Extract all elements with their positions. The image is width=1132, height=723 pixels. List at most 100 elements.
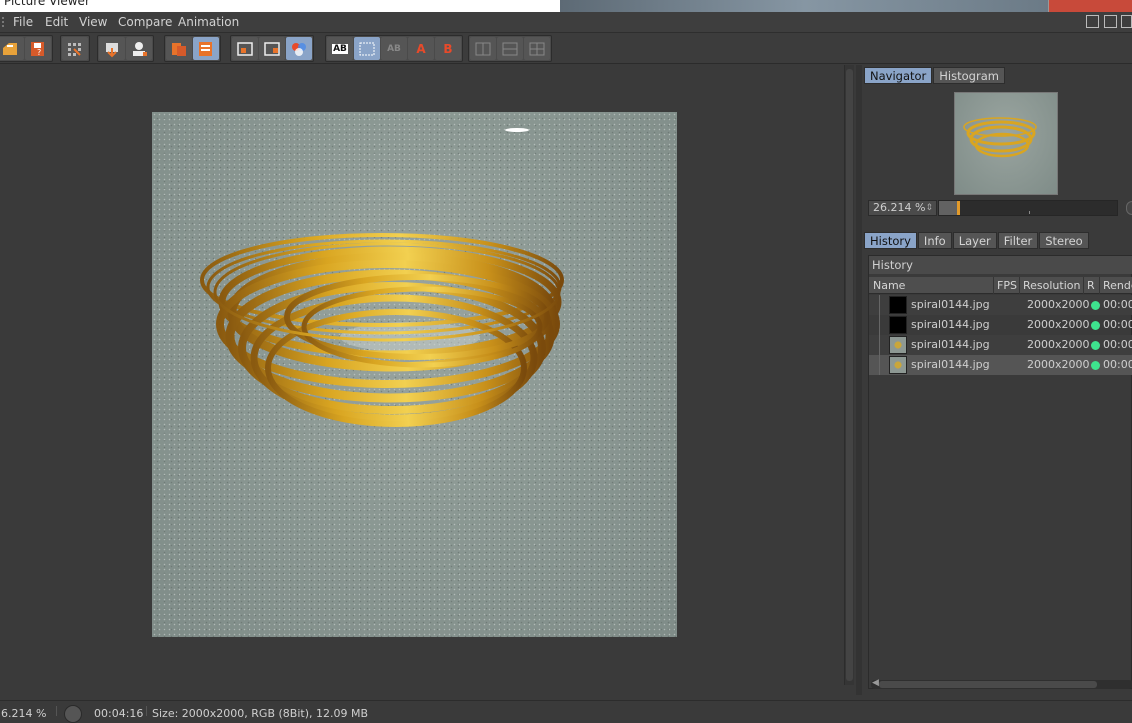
ab-swap-icon[interactable]: AB — [381, 37, 407, 60]
menu-view[interactable]: View — [79, 15, 107, 29]
toolbar-group-render — [60, 35, 90, 62]
zoom-slider-knob[interactable] — [957, 201, 960, 215]
history-panel: History Name FPS Resolution R Rende spir… — [868, 255, 1132, 689]
play-button[interactable] — [64, 705, 82, 723]
toolbar-group-filter — [97, 35, 154, 62]
toolbar-group-clipboard — [164, 35, 221, 62]
row-render-time: 00:00: — [1103, 318, 1132, 331]
history-row[interactable]: spiral0144.jpg 2000x2000 00:00: — [869, 335, 1132, 355]
layout-2-icon[interactable] — [497, 37, 523, 60]
tab-histogram[interactable]: Histogram — [933, 67, 1005, 84]
copy-frame-icon[interactable] — [166, 37, 192, 60]
row-thumbnail — [889, 296, 907, 314]
zoom-field[interactable]: 26.214 % ⇕ — [868, 200, 937, 216]
row-render-time: 00:00: — [1103, 338, 1132, 351]
layout-1-icon[interactable] — [470, 37, 496, 60]
move-panel-icon[interactable] — [1121, 15, 1132, 28]
column-r[interactable]: R — [1087, 277, 1095, 294]
menu-compare[interactable]: Compare — [118, 15, 172, 29]
menu-animation[interactable]: Animation — [178, 15, 239, 29]
tree-line — [879, 315, 880, 335]
column-separator[interactable] — [1099, 277, 1100, 294]
viewport-vertical-scrollbar[interactable] — [844, 65, 854, 685]
column-fps[interactable]: FPS — [997, 277, 1017, 294]
status-divider — [146, 706, 147, 716]
tab-info[interactable]: Info — [917, 232, 952, 249]
zoom-row: 26.214 % ⇕ — [868, 200, 1132, 216]
status-divider — [56, 706, 57, 716]
menu-edit[interactable]: Edit — [45, 15, 68, 29]
toolbar-group-compare: AB AB A B — [325, 35, 463, 62]
history-row[interactable]: spiral0144.jpg 2000x2000 00:00: — [869, 295, 1132, 315]
history-horizontal-scrollbar[interactable]: ◀ — [871, 678, 1132, 689]
toolbar-group-region — [230, 35, 314, 62]
window-title: Picture Viewer — [4, 0, 90, 8]
history-row[interactable]: spiral0144.jpg 2000x2000 00:00: — [869, 315, 1132, 335]
tab-stereo[interactable]: Stereo — [1039, 232, 1089, 249]
side-panel: Navigator Histogram 26.214 % ⇕ History I… — [862, 65, 1132, 695]
ab-compare-icon[interactable]: AB — [327, 37, 353, 60]
menu-file[interactable]: File — [13, 15, 33, 29]
channels-icon[interactable] — [286, 37, 312, 60]
column-name[interactable]: Name — [873, 277, 905, 294]
save-file-icon[interactable]: ? — [25, 37, 51, 60]
history-row-selected[interactable]: spiral0144.jpg 2000x2000 00:00: — [869, 355, 1132, 375]
column-separator[interactable] — [1083, 277, 1084, 294]
row-render-time: 00:00: — [1103, 358, 1132, 371]
add-panel-icon[interactable] — [1104, 15, 1117, 28]
navigator-preview-image — [963, 117, 1037, 158]
row-status-dot — [1091, 301, 1100, 310]
layout-3-icon[interactable] — [524, 37, 550, 60]
tree-line — [879, 295, 880, 315]
row-thumbnail — [889, 356, 907, 374]
menu-bar: File Edit View Compare Animation — [0, 12, 1132, 33]
navigator-thumbnail[interactable] — [954, 92, 1058, 195]
row-status-dot — [1091, 361, 1100, 370]
toolbar: ? AB AB A B — [0, 33, 1132, 64]
open-file-icon[interactable] — [0, 37, 24, 60]
history-column-headers: Name FPS Resolution R Rende — [869, 277, 1132, 294]
column-resolution[interactable]: Resolution — [1023, 277, 1080, 294]
row-resolution: 2000x2000 — [1027, 298, 1090, 311]
zoom-end-button[interactable] — [1126, 201, 1132, 215]
tab-layer[interactable]: Layer — [952, 232, 997, 249]
panel-layout-icon[interactable] — [1086, 15, 1099, 28]
paste-frame-icon[interactable] — [193, 37, 219, 60]
row-thumbnail — [889, 316, 907, 334]
scrollbar-thumb[interactable] — [879, 681, 1097, 688]
svg-text:?: ? — [37, 48, 41, 57]
toolbar-group-layout — [468, 35, 552, 62]
tab-navigator[interactable]: Navigator — [864, 67, 933, 84]
zoom-slider[interactable] — [938, 200, 1118, 216]
row-resolution: 2000x2000 — [1027, 318, 1090, 331]
zoom-slider-tick — [1029, 211, 1030, 214]
set-b-icon[interactable]: B — [435, 37, 461, 60]
image-viewport[interactable] — [0, 65, 840, 689]
ab-overlay-icon[interactable] — [354, 37, 380, 60]
tab-filter[interactable]: Filter — [997, 232, 1039, 249]
gold-spiral-rings — [200, 128, 564, 427]
menubar-grip — [2, 17, 4, 27]
row-status-dot — [1091, 321, 1100, 330]
filter-down-icon[interactable] — [99, 37, 125, 60]
column-separator[interactable] — [993, 277, 994, 294]
zoom-spinner-icon[interactable]: ⇕ — [925, 201, 933, 215]
row-resolution: 2000x2000 — [1027, 358, 1090, 371]
column-render[interactable]: Rende — [1103, 277, 1132, 294]
tree-line — [879, 335, 880, 355]
navigator-tabs: Navigator Histogram — [864, 67, 1005, 84]
scroll-left-icon[interactable]: ◀ — [872, 678, 879, 688]
row-thumbnail — [889, 336, 907, 354]
tab-history[interactable]: History — [864, 232, 917, 249]
scrollbar-thumb[interactable] — [846, 69, 853, 681]
user-icon[interactable] — [126, 37, 152, 60]
status-bar: 26.214 % 00:04:16 Size: 2000x2000, RGB (… — [0, 700, 1132, 723]
render-grid-icon[interactable] — [62, 37, 88, 60]
window-close-button[interactable] — [1048, 0, 1132, 12]
set-a-icon[interactable]: A — [408, 37, 434, 60]
rendered-image[interactable] — [152, 112, 677, 637]
row-resolution: 2000x2000 — [1027, 338, 1090, 351]
column-separator[interactable] — [1019, 277, 1020, 294]
region-frame-icon[interactable] — [232, 37, 258, 60]
region-frame-2-icon[interactable] — [259, 37, 285, 60]
